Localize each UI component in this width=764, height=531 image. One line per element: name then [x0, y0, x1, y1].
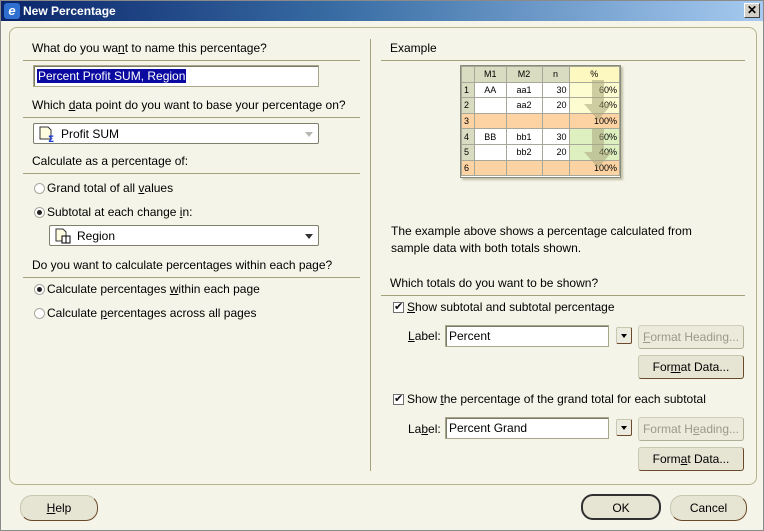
within-page-radio[interactable]: [34, 284, 45, 295]
close-button[interactable]: ✕: [744, 3, 760, 18]
datapoint-value: Profit SUM: [61, 127, 120, 141]
header-cell: M1: [474, 66, 507, 83]
cell: [505, 112, 543, 130]
subtotal-label-dropdown[interactable]: [616, 327, 632, 344]
cell: AA: [474, 81, 507, 99]
new-percentage-dialog: e New Percentage ✕ What do you want to n…: [0, 0, 764, 531]
across-pages-label[interactable]: Calculate percentages across all pages: [47, 306, 256, 320]
subtotal-item-value: Region: [77, 229, 116, 243]
cancel-button[interactable]: Cancel: [670, 495, 747, 521]
cell: 30: [541, 128, 570, 145]
row-number: 2: [461, 97, 475, 114]
row-number: 5: [461, 143, 475, 161]
grand-total-label[interactable]: Grand total of all values: [47, 181, 173, 195]
percentage-name-value: Percent Profit SUM, Region: [37, 69, 187, 83]
cell: [505, 159, 543, 177]
title-bar: e New Percentage ✕: [1, 1, 763, 21]
grand-total-radio[interactable]: [34, 183, 45, 194]
window-title: New Percentage: [23, 4, 116, 18]
subtotal-label-input[interactable]: Percent: [445, 325, 609, 347]
down-arrow-icon: [584, 128, 612, 168]
cell: aa2: [505, 97, 543, 114]
calc-question-heading: Calculate as a percentage of:: [23, 152, 360, 174]
datapoint-select[interactable]: Σ Profit SUM: [33, 123, 319, 144]
cell: BB: [474, 128, 507, 145]
page-question-heading: Do you want to calculate percentages wit…: [23, 256, 360, 278]
subtotal-radio[interactable]: [34, 207, 45, 218]
data-point-sum-icon: Σ: [39, 126, 54, 142]
format-data-button-1[interactable]: Format Data...: [638, 355, 744, 379]
example-description-line2: sample data with both totals shown.: [391, 241, 582, 255]
grand-label-value: Percent Grand: [449, 421, 528, 435]
header-cell: M2: [505, 66, 543, 83]
cell: [474, 112, 507, 130]
column-divider: [370, 39, 371, 471]
datapoint-question-heading: Which data point do you want to base you…: [23, 96, 360, 118]
cell: [474, 143, 507, 161]
name-question-heading: What do you want to name this percentage…: [23, 39, 360, 61]
cell: bb2: [505, 143, 543, 161]
format-heading-button-2[interactable]: Format Heading...: [638, 417, 744, 441]
label2-caption: Label:: [408, 422, 441, 436]
cell: [474, 97, 507, 114]
row-number: 6: [461, 159, 475, 177]
row-number: 4: [461, 128, 475, 145]
row-number: 1: [461, 81, 475, 99]
format-heading-button-1[interactable]: Format Heading...: [638, 325, 744, 349]
subtotal-item-select[interactable]: Region: [49, 225, 319, 246]
format-data-button-2[interactable]: Format Data...: [638, 447, 744, 471]
example-description-line1: The example above shows a percentage cal…: [391, 224, 692, 238]
show-grand-label[interactable]: Show the percentage of the grand total f…: [407, 392, 706, 406]
label1-caption: Label:: [408, 329, 441, 343]
svg-text:Σ: Σ: [48, 135, 54, 142]
row-number: 3: [461, 112, 475, 130]
subtotal-label[interactable]: Subtotal at each change in:: [47, 205, 192, 219]
cell: aa1: [505, 81, 543, 99]
cell: [541, 159, 570, 177]
cell: 20: [541, 143, 570, 161]
example-heading: Example: [381, 39, 745, 61]
chevron-down-icon: [305, 234, 313, 239]
within-page-label[interactable]: Calculate percentages within each page: [47, 282, 260, 296]
show-subtotal-checkbox[interactable]: [393, 300, 404, 313]
header-cell: [461, 66, 475, 83]
header-cell: n: [541, 66, 570, 83]
grand-label-input[interactable]: Percent Grand: [445, 417, 609, 439]
subtotal-label-value: Percent: [449, 329, 491, 343]
totals-question-heading: Which totals do you want to be shown?: [381, 274, 745, 296]
across-pages-radio[interactable]: [34, 308, 45, 319]
ok-button[interactable]: OK: [581, 494, 661, 520]
show-grand-checkbox[interactable]: [393, 392, 404, 405]
cell: bb1: [505, 128, 543, 145]
percentage-name-input[interactable]: Percent Profit SUM, Region: [33, 65, 319, 87]
cell: [474, 159, 507, 177]
down-arrow-icon: [584, 80, 612, 120]
chevron-down-icon: [305, 132, 313, 137]
show-subtotal-label[interactable]: Show subtotal and subtotal percentage: [407, 300, 615, 314]
cell: 20: [541, 97, 570, 114]
app-ie-icon: e: [4, 3, 20, 19]
cell: 30: [541, 81, 570, 99]
item-region-icon: [55, 228, 71, 244]
grand-label-dropdown[interactable]: [616, 419, 632, 436]
cell: [541, 112, 570, 130]
example-table: M1 M2 n % 1 AA aa1 30 60% 2 aa2 20 40% 3: [460, 65, 621, 178]
help-button[interactable]: Help: [20, 495, 98, 521]
